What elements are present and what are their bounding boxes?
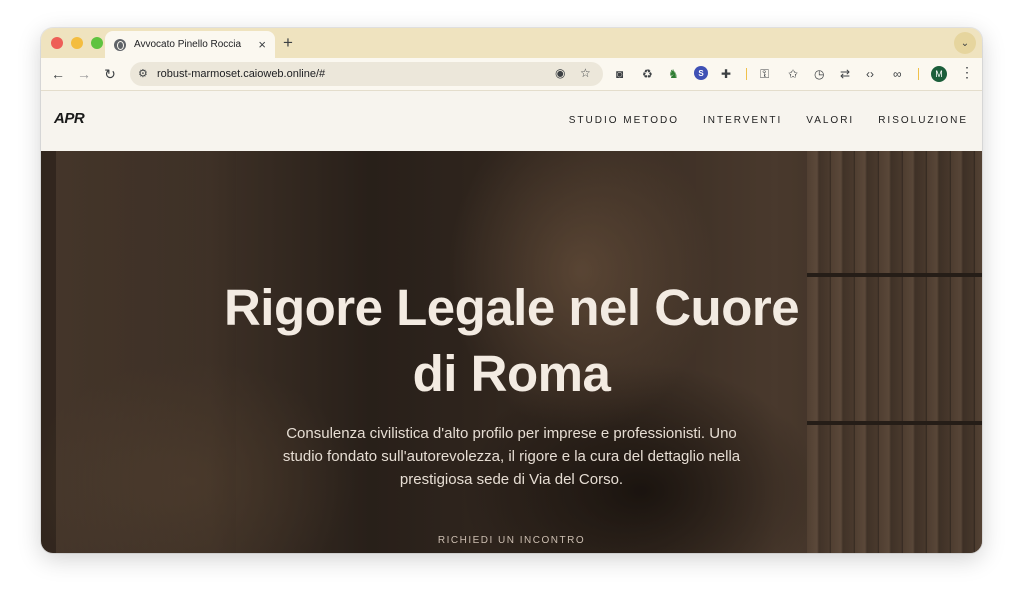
translate-icon[interactable]: ⇄ bbox=[840, 66, 850, 82]
star-outline-icon[interactable]: ✩ bbox=[788, 66, 798, 82]
tab-title: Avvocato Pinello Roccia bbox=[134, 39, 242, 50]
puzzle-icon[interactable]: ✚ bbox=[721, 66, 731, 82]
minimize-window-button[interactable] bbox=[71, 37, 83, 49]
key-icon[interactable]: ⚿ bbox=[760, 66, 769, 82]
reload-button[interactable]: ↻ bbox=[101, 65, 119, 83]
chevron-down-icon: ⌄ bbox=[960, 37, 970, 49]
profile-avatar[interactable]: M bbox=[931, 66, 947, 82]
cta-request-meeting[interactable]: RICHIEDI UN INCONTRO bbox=[41, 535, 982, 546]
tab-active[interactable]: Avvocato Pinello Roccia × bbox=[105, 31, 275, 58]
forward-button[interactable]: → bbox=[75, 65, 93, 83]
toolbar-divider-2 bbox=[918, 68, 919, 80]
close-window-button[interactable] bbox=[51, 37, 63, 49]
android-icon[interactable]: ♞ bbox=[668, 66, 679, 82]
link-icon[interactable]: ∞ bbox=[893, 66, 902, 82]
extension-badge-letter: S bbox=[698, 68, 704, 78]
bookmark-star-icon[interactable]: ☆ bbox=[580, 66, 591, 80]
nav-studio-metodo[interactable]: STUDIO METODO bbox=[569, 115, 679, 126]
hero-subtitle: Consulenza civilistica d'alto profilo pe… bbox=[282, 425, 741, 488]
site-nav: STUDIO METODO INTERVENTI VALORI RISOLUZI… bbox=[569, 115, 968, 126]
history-icon[interactable]: ◷ bbox=[814, 66, 824, 82]
address-bar[interactable]: ⚙ robust-marmoset.caioweb.online/# ◉ ☆ bbox=[130, 62, 603, 86]
extension-s-icon[interactable]: S bbox=[694, 66, 708, 80]
maximize-window-button[interactable] bbox=[91, 37, 103, 49]
browser-toolbar: ← → ↻ ⚙ robust-marmoset.caioweb.online/#… bbox=[41, 58, 982, 91]
code-icon[interactable]: ‹› bbox=[866, 66, 874, 82]
nav-risoluzione[interactable]: RISOLUZIONE bbox=[878, 115, 968, 126]
browser-window: Avvocato Pinello Roccia × + ⌄ ← → ↻ ⚙ ro… bbox=[41, 28, 982, 553]
globe-icon bbox=[114, 38, 126, 51]
hero-title: Rigore Legale nel Cuore di Roma bbox=[41, 275, 982, 407]
tab-strip: Avvocato Pinello Roccia × + ⌄ bbox=[41, 28, 982, 58]
toolbar-divider bbox=[746, 68, 747, 80]
hero-title-line1: Rigore Legale nel Cuore bbox=[223, 279, 800, 336]
nav-valori[interactable]: VALORI bbox=[806, 115, 854, 126]
hero-section: Rigore Legale nel Cuore di Roma Consulen… bbox=[41, 151, 982, 553]
recycle-icon[interactable]: ♻ bbox=[642, 66, 653, 82]
back-button[interactable]: ← bbox=[49, 65, 67, 83]
site-logo[interactable]: APR bbox=[54, 110, 85, 127]
nav-interventi[interactable]: INTERVENTI bbox=[703, 115, 782, 126]
camera-icon[interactable]: ◙ bbox=[616, 66, 623, 82]
url-text[interactable]: robust-marmoset.caioweb.online/# bbox=[157, 68, 325, 80]
tab-search-button[interactable]: ⌄ bbox=[954, 32, 976, 54]
window-controls bbox=[51, 37, 103, 49]
avatar-initial: M bbox=[935, 69, 943, 79]
eye-off-icon[interactable]: ◉ bbox=[555, 66, 565, 80]
new-tab-button[interactable]: + bbox=[283, 34, 293, 51]
menu-kebab-icon[interactable]: ⋮ bbox=[960, 64, 974, 81]
site-header: APR STUDIO METODO INTERVENTI VALORI RISO… bbox=[41, 91, 982, 151]
close-tab-icon[interactable]: × bbox=[258, 38, 266, 51]
site-info-icon[interactable]: ⚙ bbox=[138, 67, 148, 80]
hero-title-line2: di Roma bbox=[412, 345, 611, 402]
